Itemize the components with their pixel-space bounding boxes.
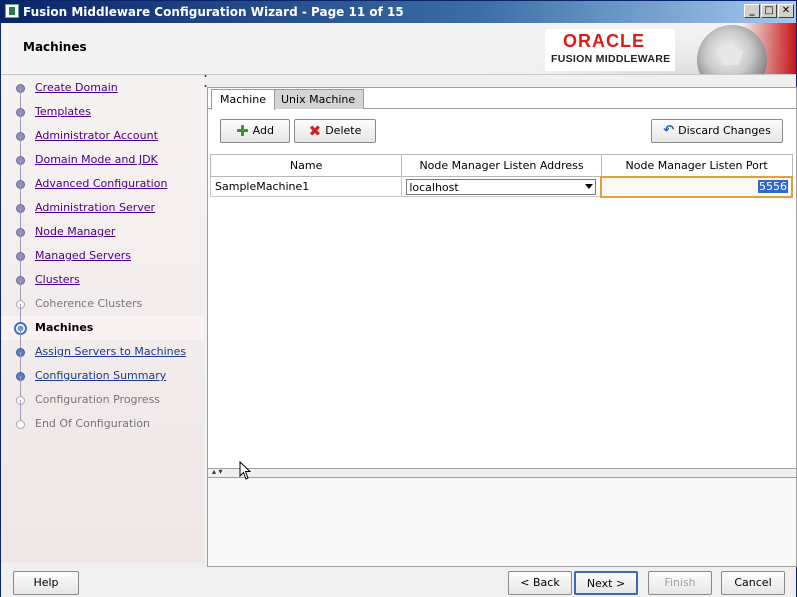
add-button[interactable]: ✚ Add (220, 119, 290, 143)
nav-step-coherence-clusters: Coherence Clusters (1, 280, 204, 316)
discard-changes-button[interactable]: ↶ Discard Changes (651, 119, 783, 143)
nav-step-label[interactable]: Administrator Account (35, 129, 158, 142)
nav-step-label[interactable]: Templates (35, 105, 91, 118)
nav-step-clusters[interactable]: Clusters (1, 256, 204, 292)
nav-step-label[interactable]: Managed Servers (35, 249, 131, 262)
listen-address-value: localhost (409, 180, 459, 194)
back-button[interactable]: < Back (508, 571, 572, 595)
nav-step-label[interactable]: Domain Mode and JDK (35, 153, 158, 166)
step-indicator-icon (16, 420, 25, 429)
wizard-step-nav: Create Domain Templates Administrator Acco… (1, 76, 204, 563)
header: Machines ORACLE FUSION MIDDLEWARE (1, 23, 796, 75)
minimize-button[interactable]: _ (744, 4, 760, 18)
column-header-name[interactable]: Name (209, 154, 403, 177)
split-arrows-icon[interactable]: ▴ ▾ (212, 467, 223, 476)
close-button[interactable]: ✕ (778, 4, 794, 18)
nav-step-templates[interactable]: Templates (1, 88, 204, 124)
nav-step-label[interactable]: Advanced Configuration (35, 177, 167, 190)
nav-step-label[interactable]: Create Domain (35, 81, 118, 94)
delete-x-icon: ✖ (308, 122, 322, 140)
nav-step-label: Configuration Progress (35, 393, 161, 406)
wizard-window: Fusion Middleware Configuration Wizard -… (0, 0, 797, 597)
dropdown-arrow-icon[interactable] (585, 183, 594, 189)
nav-step-label: Coherence Clusters (35, 297, 143, 310)
delete-button-label: Delete (325, 124, 362, 137)
tab-unix-machine[interactable]: Unix Machine (272, 89, 365, 109)
nav-step-label[interactable]: Administration Server (35, 201, 155, 214)
table-header-row: Name Node Manager Listen Address Node Ma… (209, 154, 793, 177)
split-pane-divider[interactable]: ▴ ▾ (208, 467, 796, 478)
nav-step-administrator-account[interactable]: Administrator Account (1, 112, 204, 148)
footer: Help < Back Next > Finish Cancel (1, 567, 796, 597)
listen-address-select[interactable]: localhost (406, 178, 597, 195)
nav-step-configuration-progress: Configuration Progress (1, 376, 204, 412)
help-button[interactable]: Help (13, 571, 79, 595)
details-pane (208, 478, 796, 566)
oracle-logo: ORACLE FUSION MIDDLEWARE (545, 29, 675, 71)
nav-step-node-manager[interactable]: Node Manager (1, 208, 204, 244)
nav-step-create-domain[interactable]: Create Domain (1, 76, 204, 100)
mouse-cursor-icon (239, 461, 252, 480)
nav-step-label: Machines (35, 321, 94, 334)
pane-divider-handle[interactable] (204, 74, 207, 88)
listen-port-cell[interactable]: 5556 (600, 175, 793, 198)
nav-step-domain-mode-and-jdk[interactable]: Domain Mode and JDK (1, 136, 204, 172)
table-row[interactable]: SampleMachine1 localhost 5556 (209, 175, 793, 198)
nav-step-assign-servers-to-machines[interactable]: Assign Servers to Machines (1, 328, 204, 364)
plus-icon: ✚ (236, 122, 249, 140)
nav-step-end-of-configuration: End Of Configuration (1, 400, 204, 436)
add-button-label: Add (252, 124, 274, 137)
nav-step-label[interactable]: Node Manager (35, 225, 115, 238)
machines-table: Name Node Manager Listen Address Node Ma… (209, 154, 793, 198)
listen-address-cell[interactable]: localhost (401, 176, 602, 197)
page-title: Machines (23, 40, 87, 54)
nav-step-machines[interactable]: Machines (1, 304, 204, 340)
nav-step-managed-servers[interactable]: Managed Servers (1, 232, 204, 268)
cancel-button[interactable]: Cancel (721, 571, 785, 595)
nav-step-advanced-configuration[interactable]: Advanced Configuration (1, 160, 204, 196)
column-header-listen-address[interactable]: Node Manager Listen Address (401, 154, 602, 177)
discard-button-label: Discard Changes (678, 124, 771, 137)
nav-step-label[interactable]: Assign Servers to Machines (35, 345, 186, 358)
window-title: Fusion Middleware Configuration Wizard -… (23, 5, 404, 19)
next-button[interactable]: Next > (574, 571, 638, 595)
maximize-button[interactable]: □ (761, 4, 777, 18)
oracle-brand-subtext: FUSION MIDDLEWARE (551, 53, 671, 65)
nav-step-label[interactable]: Clusters (35, 273, 80, 286)
app-icon (5, 4, 19, 18)
undo-icon: ↶ (663, 123, 675, 138)
delete-button[interactable]: ✖ Delete (294, 119, 376, 143)
finish-button: Finish (648, 571, 712, 595)
oracle-brand-text: ORACLE (563, 31, 645, 51)
machine-name-cell[interactable]: SampleMachine1 (209, 176, 403, 197)
listen-port-input[interactable]: 5556 (758, 180, 788, 193)
nav-step-administration-server[interactable]: Administration Server (1, 184, 204, 220)
tab-machine[interactable]: Machine (211, 89, 276, 110)
title-bar: Fusion Middleware Configuration Wizard -… (1, 1, 796, 23)
column-header-listen-port[interactable]: Node Manager Listen Port (600, 154, 793, 177)
nav-step-label[interactable]: Configuration Summary (35, 369, 166, 382)
nav-step-label: End Of Configuration (35, 417, 151, 430)
nav-step-configuration-summary[interactable]: Configuration Summary (1, 352, 204, 388)
